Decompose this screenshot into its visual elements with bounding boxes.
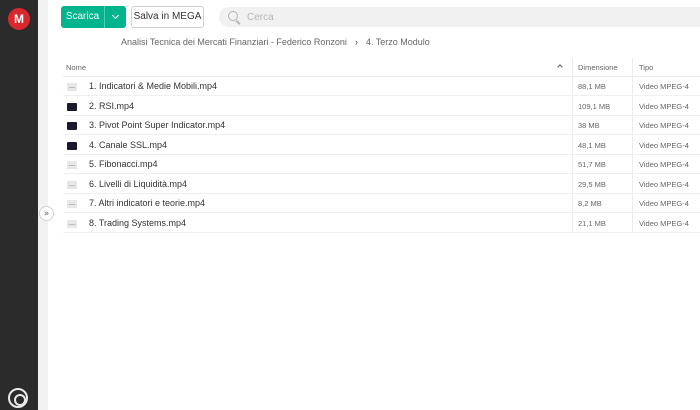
table-row[interactable]: 7. Altri indicatori e teorie.mp4 8,2 MB Vi… — [63, 194, 700, 213]
breadcrumb: Analisi Tecnica dei Mercati Finanziari -… — [121, 37, 430, 47]
save-to-mega-button[interactable]: Salva in MEGA — [131, 6, 204, 28]
file-name[interactable]: 7. Altri indicatori e teorie.mp4 — [89, 198, 205, 208]
column-size-header[interactable]: Dimensione — [578, 63, 618, 72]
side-gap — [38, 0, 48, 410]
file-name[interactable]: 1. Indicatori & Medie Mobili.mp4 — [89, 81, 217, 91]
table-row[interactable]: 8. Trading Systems.mp4 21,1 MB Video MPEG-… — [63, 214, 700, 233]
table-row[interactable]: 2. RSI.mp4 109,1 MB Video MPEG-4 — [63, 97, 700, 116]
file-size: 21,1 MB — [578, 218, 606, 228]
table-row[interactable]: 5. Fibonacci.mp4 51,7 MB Video MPEG-4 — [63, 155, 700, 174]
video-thumbnail-icon — [67, 141, 77, 150]
file-thumbnail-icon — [67, 161, 77, 169]
file-type: Video MPEG-4 — [639, 101, 689, 111]
file-size: 88,1 MB — [578, 82, 606, 91]
table-header: Nome Dimensione Tipo — [63, 58, 700, 77]
file-name[interactable]: 3. Pivot Point Super Indicator.mp4 — [89, 120, 225, 130]
search-icon — [228, 11, 238, 21]
left-rail: M — [0, 0, 38, 410]
file-size: 51,7 MB — [578, 160, 606, 169]
file-type: Video MPEG-4 — [639, 218, 689, 228]
video-thumbnail-icon — [67, 122, 77, 130]
file-thumbnail-icon — [67, 83, 77, 91]
file-size: 8,2 MB — [578, 199, 602, 208]
file-type: Video MPEG-4 — [639, 179, 689, 189]
file-type: Video MPEG-4 — [639, 160, 689, 169]
transfers-icon[interactable] — [8, 388, 28, 408]
file-name[interactable]: 8. Trading Systems.mp4 — [89, 218, 186, 228]
chevron-double-right-icon[interactable]: » — [39, 206, 54, 221]
chevron-up-icon[interactable] — [557, 64, 563, 70]
download-label: Scarica — [65, 11, 100, 22]
file-size: 109,1 MB — [578, 101, 611, 111]
table-row[interactable]: 3. Pivot Point Super Indicator.mp4 38 MB V… — [63, 116, 700, 135]
file-thumbnail-icon — [67, 219, 77, 228]
table-row[interactable]: 4. Canale SSL.mp4 48,1 MB Video MPEG-4 — [63, 136, 700, 155]
file-size: 38 MB — [578, 121, 600, 130]
chevron-down-icon[interactable] — [104, 6, 125, 28]
file-name[interactable]: 6. Livelli di Liquidità.mp4 — [89, 179, 187, 189]
search-bar[interactable] — [219, 7, 700, 27]
file-type: Video MPEG-4 — [639, 82, 689, 91]
logo-text: M — [14, 12, 24, 26]
file-type: Video MPEG-4 — [639, 199, 689, 208]
breadcrumb-current[interactable]: 4. Terzo Modulo — [366, 37, 430, 47]
file-thumbnail-icon — [67, 180, 77, 189]
breadcrumb-parent[interactable]: Analisi Tecnica dei Mercati Finanziari -… — [121, 37, 347, 47]
search-input[interactable] — [247, 7, 687, 27]
column-name-header[interactable]: Nome — [66, 63, 86, 72]
file-thumbnail-icon — [67, 200, 77, 208]
file-type: Video MPEG-4 — [639, 140, 689, 150]
file-type: Video MPEG-4 — [639, 121, 689, 130]
table-row[interactable]: 6. Livelli di Liquidità.mp4 29,5 MB Video … — [63, 175, 700, 194]
file-size: 48,1 MB — [578, 140, 606, 150]
file-size: 29,5 MB — [578, 179, 606, 189]
file-name[interactable]: 5. Fibonacci.mp4 — [89, 159, 158, 169]
table-row[interactable]: 1. Indicatori & Medie Mobili.mp4 88,1 MB V… — [63, 77, 700, 96]
breadcrumb-separator-icon: › — [354, 37, 358, 47]
video-thumbnail-icon — [67, 102, 77, 111]
column-type-header[interactable]: Tipo — [639, 63, 653, 72]
file-name[interactable]: 4. Canale SSL.mp4 — [89, 140, 167, 150]
file-name[interactable]: 2. RSI.mp4 — [89, 101, 134, 111]
mega-logo-icon[interactable]: M — [8, 8, 30, 30]
download-button[interactable]: Scarica — [61, 6, 126, 28]
